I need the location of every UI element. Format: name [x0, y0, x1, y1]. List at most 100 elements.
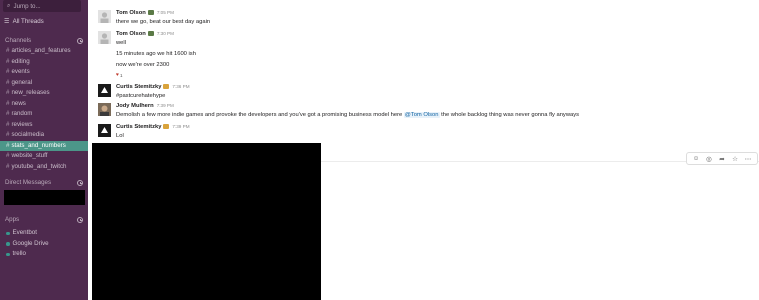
sidebar-item-website-stuff[interactable]: # website_stuff	[0, 151, 88, 162]
message-item: Curtis Stemitzky 7:39 PM Lol	[98, 124, 748, 142]
hash-icon: #	[6, 131, 10, 138]
channel-label: events	[11, 68, 30, 75]
message-actions-toolbar: ☺ ◎ ➦ ☆ ⋯	[686, 152, 758, 165]
apps-header[interactable]: Apps	[5, 216, 83, 223]
message-text: #pastcurehatehype	[116, 93, 166, 99]
status-emoji-icon	[147, 31, 154, 36]
sidebar-item-socialmedia[interactable]: # socialmedia	[0, 130, 88, 141]
sidebar-item-google-drive[interactable]: Google Drive	[0, 239, 88, 250]
timestamp[interactable]: 7:39 PM	[157, 103, 174, 108]
avatar[interactable]	[98, 10, 111, 23]
author-name[interactable]: Tom Olson	[116, 31, 146, 37]
hash-icon: #	[6, 120, 10, 128]
sidebar: ⌕ Jump to... ☰ All Threads Channels # art…	[0, 0, 88, 300]
avatar[interactable]	[98, 31, 111, 44]
add-dm-icon[interactable]	[77, 179, 83, 186]
heart-icon: ♥	[116, 72, 119, 78]
channel-label: youtube_and_twitch	[11, 162, 67, 170]
message-item: Tom Olson 7:05 PM there we go, beat our b…	[98, 10, 748, 30]
more-actions-icon[interactable]: ⋯	[742, 154, 754, 164]
message-text: there we go, beat our best day again	[116, 19, 211, 25]
all-threads-label: All Threads	[12, 18, 44, 25]
sidebar-item-stats-and-numbers[interactable]: # stats_and_numbers	[0, 140, 88, 151]
author-name[interactable]: Jody Mulhern	[116, 103, 154, 109]
sidebar-item-youtube-and-twitch[interactable]: # youtube_and_twitch	[0, 162, 88, 173]
jump-to-input[interactable]: ⌕ Jump to...	[3, 0, 81, 12]
channel-label: reviews	[11, 120, 33, 128]
timestamp[interactable]: 7:05 PM	[157, 10, 174, 15]
threads-icon: ☰	[4, 18, 10, 25]
add-reaction-icon[interactable]: ☺	[690, 154, 702, 164]
app-label: trello	[12, 250, 26, 257]
online-status-icon	[6, 242, 10, 246]
message-item: Curtis Stemitzky 7:36 PM #pastcurehatehyp…	[98, 84, 748, 102]
hash-icon: #	[6, 68, 10, 75]
online-status-icon	[6, 252, 10, 256]
message-item: Tom Olson 7:30 PM well 15 minutes ago we …	[98, 31, 748, 81]
jump-to-placeholder: Jump to...	[13, 2, 41, 10]
hash-icon: #	[6, 99, 10, 107]
add-app-icon[interactable]	[77, 216, 83, 223]
add-channel-icon[interactable]	[77, 37, 83, 44]
hash-icon: #	[6, 57, 10, 65]
direct-messages-label: Direct Messages	[5, 179, 52, 186]
hash-icon: #	[6, 152, 10, 159]
direct-messages-header[interactable]: Direct Messages	[5, 179, 83, 186]
message-text: now we're over 2300	[116, 62, 170, 68]
share-icon[interactable]: ➦	[716, 154, 728, 164]
online-status-icon	[6, 231, 10, 235]
avatar[interactable]	[98, 84, 111, 97]
hash-icon: #	[6, 110, 10, 117]
channel-label: news	[11, 99, 26, 107]
app-label: Google Drive	[12, 239, 49, 247]
apps-header-label: Apps	[5, 216, 20, 223]
message-text: Demolish a few more indie games and prov…	[116, 112, 579, 118]
avatar[interactable]	[98, 124, 111, 137]
channel-label: general	[11, 78, 33, 86]
message-text: 15 minutes ago we hit 1600 ish	[116, 51, 196, 57]
start-thread-icon[interactable]: ◎	[703, 154, 715, 164]
channel-label: random	[11, 110, 33, 117]
hash-icon: #	[6, 162, 10, 170]
sidebar-item-random[interactable]: # random	[0, 109, 88, 120]
avatar[interactable]	[98, 103, 111, 116]
channel-label: stats_and_numbers	[11, 141, 66, 149]
author-name[interactable]: Tom Olson	[116, 10, 146, 16]
sidebar-item-news[interactable]: # news	[0, 99, 88, 110]
status-emoji-icon	[163, 84, 170, 89]
user-mention[interactable]: @Tom Olson	[403, 112, 440, 118]
author-name[interactable]: Curtis Stemitzky	[116, 124, 161, 130]
sidebar-item-reviews[interactable]: # reviews	[0, 120, 88, 131]
reaction-pill[interactable]: ♥ 1	[116, 72, 123, 78]
channel-label: socialmedia	[11, 131, 45, 138]
status-emoji-icon	[147, 10, 154, 15]
author-name[interactable]: Curtis Stemitzky	[116, 84, 161, 90]
channels-header[interactable]: Channels	[5, 37, 83, 44]
message-item: Jody Mulhern 7:39 PM Demolish a few more …	[98, 103, 748, 123]
channel-label: website_stuff	[11, 152, 48, 159]
sidebar-item-new-releases[interactable]: # new_releases	[0, 88, 88, 99]
sidebar-item-general[interactable]: # general	[0, 78, 88, 89]
sidebar-item-trello[interactable]: trello	[0, 249, 88, 260]
search-icon: ⌕	[7, 2, 11, 9]
redacted-region	[92, 143, 321, 300]
hash-icon: #	[6, 141, 10, 149]
channels-header-label: Channels	[5, 37, 32, 44]
timestamp[interactable]: 7:39 PM	[172, 124, 189, 129]
channel-label: editing	[11, 57, 30, 65]
hash-icon: #	[6, 47, 10, 54]
timestamp[interactable]: 7:30 PM	[157, 31, 174, 36]
all-threads-link[interactable]: ☰ All Threads	[4, 18, 44, 25]
message-text-part: the whole backlog thing was never gonna …	[439, 112, 580, 118]
sidebar-item-editing[interactable]: # editing	[0, 57, 88, 68]
sidebar-item-events[interactable]: # events	[0, 67, 88, 78]
star-icon[interactable]: ☆	[729, 154, 741, 164]
status-emoji-icon	[163, 124, 170, 129]
sidebar-item-articles-and-features[interactable]: # articles_and_features	[0, 46, 88, 57]
message-text: well	[116, 40, 126, 46]
app-list: Eventbot Google Drive trello	[0, 228, 88, 260]
sidebar-item-eventbot[interactable]: Eventbot	[0, 228, 88, 239]
timestamp[interactable]: 7:36 PM	[172, 84, 189, 89]
channel-label: articles_and_features	[11, 47, 71, 54]
hash-icon: #	[6, 89, 10, 96]
